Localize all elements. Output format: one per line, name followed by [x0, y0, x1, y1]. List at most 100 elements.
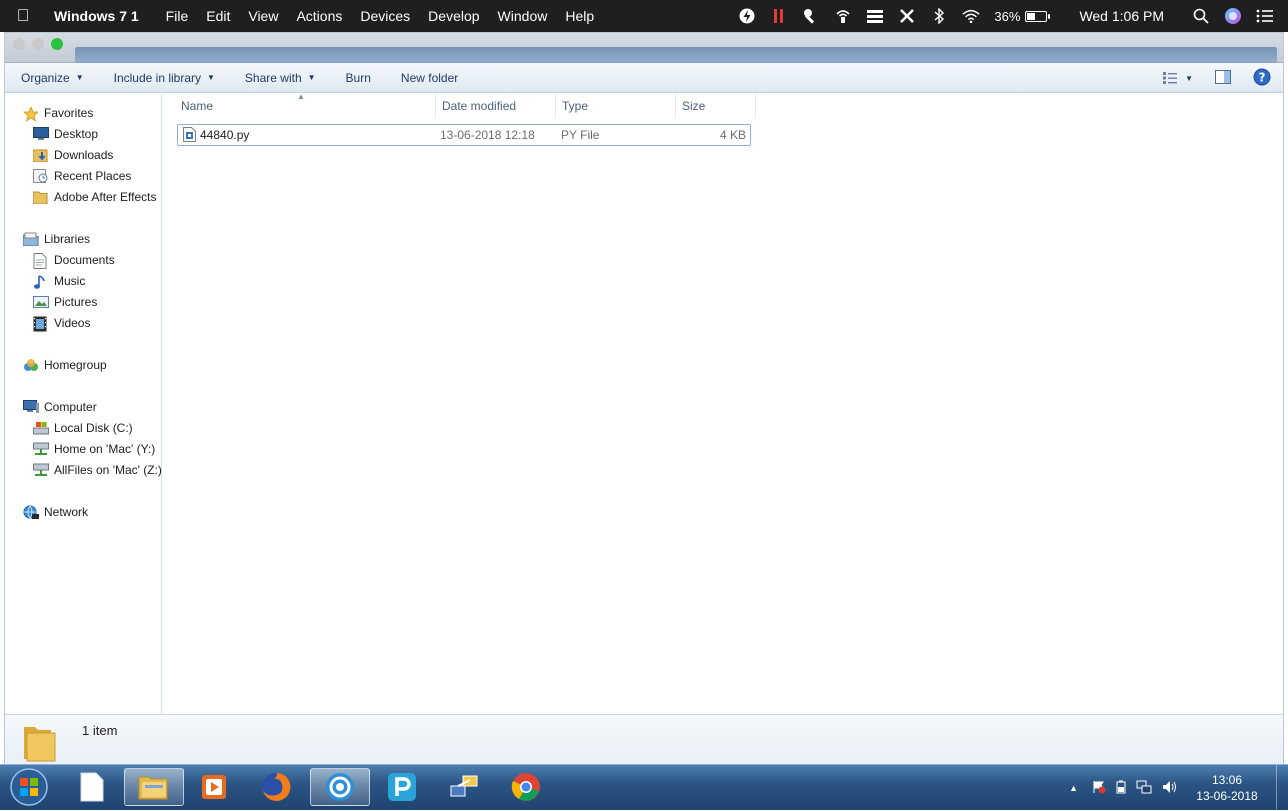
column-header-type[interactable]: Type: [556, 94, 676, 118]
nav-recent-places-label: Recent Places: [54, 168, 132, 183]
taskbar-explorer[interactable]: [124, 768, 184, 806]
battery-icon: [1025, 10, 1051, 22]
menu-view[interactable]: View: [239, 8, 287, 24]
new-folder-button[interactable]: New folder: [393, 63, 466, 92]
include-in-library-label: Include in library: [113, 70, 201, 85]
bluetooth-icon[interactable]: [930, 7, 948, 25]
app-circle-icon: [326, 773, 354, 801]
minimize-window-button[interactable]: [32, 38, 44, 50]
wifi-icon[interactable]: [962, 7, 980, 25]
address-bar[interactable]: [75, 47, 1277, 63]
nav-computer-label: Computer: [44, 399, 97, 414]
chevron-down-icon: ▼: [307, 73, 316, 82]
file-date-modified: 13-06-2018 12:18: [440, 128, 535, 142]
windows-logo-icon: [10, 768, 48, 806]
wrench-icon[interactable]: [802, 7, 820, 25]
nav-downloads[interactable]: Downloads: [5, 144, 161, 165]
network-drive-icon: [33, 442, 49, 456]
menu-window[interactable]: Window: [489, 8, 557, 24]
zoom-window-button[interactable]: [51, 38, 63, 50]
menu-file[interactable]: File: [157, 8, 198, 24]
media-player-icon: [202, 775, 226, 799]
battery-fill: [1027, 12, 1035, 20]
nav-recent-places[interactable]: Recent Places: [5, 165, 161, 186]
organize-button[interactable]: Organize ▼: [13, 63, 92, 92]
menu-develop[interactable]: Develop: [419, 8, 488, 24]
menu-help[interactable]: Help: [556, 8, 603, 24]
organize-label: Organize: [21, 70, 70, 85]
nav-computer[interactable]: Computer: [5, 396, 161, 417]
tools-icon[interactable]: [898, 7, 916, 25]
taskbar-firefox[interactable]: [246, 768, 306, 806]
action-center-flag-icon[interactable]: [1092, 780, 1106, 797]
column-header-date-modified[interactable]: Date modified: [436, 94, 556, 118]
file-row[interactable]: 44840.py 13-06-2018 12:18 PY File 4 KB: [177, 124, 751, 146]
nav-homegroup[interactable]: Homegroup: [5, 354, 161, 375]
nav-adobe-after-effects[interactable]: Adobe After Effects: [5, 186, 161, 207]
help-icon[interactable]: ?: [1253, 68, 1271, 89]
folder-icon: [32, 190, 49, 204]
nav-network[interactable]: Network: [5, 501, 161, 522]
computer-icon: [23, 399, 39, 414]
column-header-name[interactable]: Name ▲: [175, 92, 436, 118]
show-desktop-button[interactable]: [1276, 765, 1288, 811]
nav-pictures[interactable]: Pictures: [5, 291, 161, 312]
nav-allfiles-on-mac-z[interactable]: AllFiles on 'Mac' (Z:): [5, 459, 162, 480]
nav-homegroup-label: Homegroup: [44, 357, 107, 372]
apple-icon[interactable]: : [0, 6, 46, 26]
nav-favorites[interactable]: Favorites: [5, 102, 161, 123]
siri-icon[interactable]: [1224, 7, 1242, 25]
taskbar-app-blue[interactable]: [310, 768, 370, 806]
videos-icon: [33, 316, 49, 331]
burn-button[interactable]: Burn: [338, 63, 379, 92]
stack-icon[interactable]: [866, 7, 884, 25]
computer-group: Computer Local Disk (C:) Home on 'Mac' (…: [5, 396, 162, 480]
network-tray-icon[interactable]: [1136, 780, 1152, 797]
parallels-icon[interactable]: [770, 7, 788, 25]
battery-percent: 36%: [994, 8, 1021, 24]
nav-documents[interactable]: Documents: [5, 249, 161, 270]
power-battery-icon[interactable]: [1116, 780, 1126, 797]
taskbar-media-player[interactable]: [184, 768, 244, 806]
taskbar-blank-document[interactable]: [62, 768, 122, 806]
file-name: 44840.py: [200, 128, 250, 142]
pictures-icon: [33, 295, 49, 309]
menu-actions[interactable]: Actions: [287, 8, 351, 24]
nav-home-on-mac-y[interactable]: Home on 'Mac' (Y:): [5, 438, 161, 459]
column-header-size[interactable]: Size: [676, 94, 756, 118]
taskbar-network-tool[interactable]: [434, 768, 494, 806]
battery-status[interactable]: 36%: [994, 8, 1051, 24]
share-with-button[interactable]: Share with ▼: [237, 63, 324, 92]
taskbar-chrome[interactable]: [496, 768, 556, 806]
nav-videos[interactable]: Videos: [5, 312, 161, 333]
menubar-clock[interactable]: Wed 1:06 PM: [1079, 8, 1164, 24]
nav-desktop[interactable]: Desktop: [5, 123, 161, 144]
menu-edit[interactable]: Edit: [197, 8, 239, 24]
nav-libraries[interactable]: Libraries: [5, 228, 161, 249]
show-hidden-icons-icon[interactable]: ▲: [1069, 783, 1078, 793]
nav-music[interactable]: Music: [5, 270, 161, 291]
nav-local-disk-c[interactable]: Local Disk (C:): [5, 417, 161, 438]
file-type: PY File: [561, 128, 600, 142]
app-name-menu[interactable]: Windows 7 1: [46, 8, 147, 24]
bolt-icon[interactable]: [738, 7, 756, 25]
spotlight-search-icon[interactable]: [1192, 7, 1210, 25]
taskbar-clock[interactable]: 13:06 13-06-2018: [1184, 772, 1270, 804]
include-in-library-button[interactable]: Include in library ▼: [106, 63, 223, 92]
taskbar-app-p[interactable]: [372, 768, 432, 806]
chevron-down-icon: ▼: [207, 73, 215, 82]
documents-icon: [33, 252, 49, 269]
menu-devices[interactable]: Devices: [351, 8, 419, 24]
close-window-button[interactable]: [13, 38, 25, 50]
preview-pane-icon[interactable]: [1215, 69, 1231, 87]
notification-center-icon[interactable]: [1256, 7, 1274, 25]
nav-favorites-label: Favorites: [44, 105, 94, 120]
start-button[interactable]: [4, 768, 54, 806]
change-view-button[interactable]: ▼: [1163, 72, 1193, 84]
libraries-icon: [22, 232, 39, 246]
mac-menu-bar:  Windows 7 1 File Edit View Actions Dev…: [0, 0, 1288, 32]
chevron-down-icon: ▼: [1185, 73, 1193, 83]
wifi-lock-icon[interactable]: [834, 7, 852, 25]
window-titlebar[interactable]: [5, 33, 1283, 63]
volume-icon[interactable]: [1162, 780, 1178, 797]
